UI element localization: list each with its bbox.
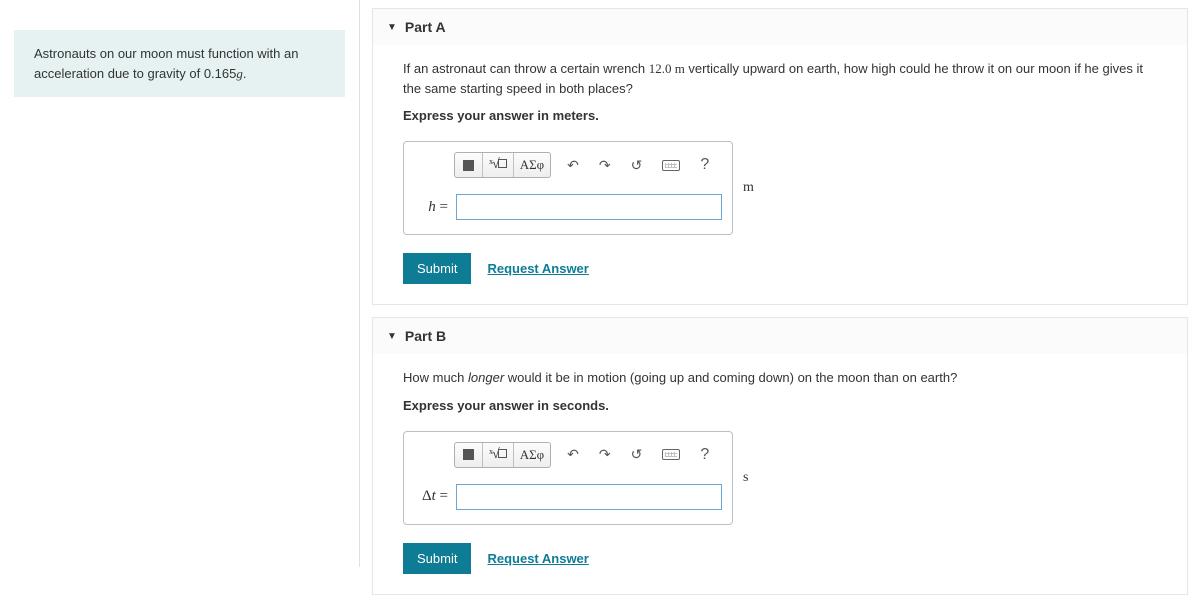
undo-icon[interactable]: ↶ xyxy=(559,153,587,177)
help-icon[interactable]: ? xyxy=(692,153,717,177)
keyboard-icon[interactable] xyxy=(654,443,688,467)
request-answer-link-b[interactable]: Request Answer xyxy=(487,551,588,566)
greek-button[interactable]: ΑΣφ xyxy=(514,443,550,467)
help-icon[interactable]: ? xyxy=(692,443,717,467)
caret-down-icon: ▼ xyxy=(387,331,397,342)
answer-box-b: x√ ΑΣφ ↶ ↷ ↺ ? Δt = xyxy=(403,431,733,525)
answer-input-b[interactable] xyxy=(456,484,722,510)
redo-icon[interactable]: ↷ xyxy=(591,443,619,467)
part-a: ▼ Part A If an astronaut can throw a cer… xyxy=(372,8,1188,305)
part-a-instruction: Express your answer in meters. xyxy=(403,108,1157,123)
answer-input-a[interactable] xyxy=(456,194,722,220)
variable-label-a: h = xyxy=(414,199,448,216)
part-b-title: Part B xyxy=(405,328,446,344)
unit-label-a: m xyxy=(743,180,754,196)
part-b-question: How much longer would it be in motion (g… xyxy=(403,368,1157,388)
redo-icon[interactable]: ↷ xyxy=(591,153,619,177)
part-b-instruction: Express your answer in seconds. xyxy=(403,398,1157,413)
variable-label-b: Δt = xyxy=(414,488,448,505)
answer-box-a: x√ ΑΣφ ↶ ↷ ↺ ? h = xyxy=(403,141,733,235)
part-a-question: If an astronaut can throw a certain wren… xyxy=(403,59,1157,98)
sqrt-button[interactable]: x√ xyxy=(483,443,514,467)
reset-icon[interactable]: ↺ xyxy=(623,153,651,177)
submit-button-b[interactable]: Submit xyxy=(403,543,471,574)
sqrt-button[interactable]: x√ xyxy=(483,153,514,177)
request-answer-link-a[interactable]: Request Answer xyxy=(487,261,588,276)
undo-icon[interactable]: ↶ xyxy=(559,443,587,467)
part-a-title: Part A xyxy=(405,19,446,35)
caret-down-icon: ▼ xyxy=(387,22,397,33)
greek-button[interactable]: ΑΣφ xyxy=(514,153,550,177)
template-button[interactable] xyxy=(455,153,483,177)
submit-button-a[interactable]: Submit xyxy=(403,253,471,284)
problem-statement: Astronauts on our moon must function wit… xyxy=(14,30,345,97)
part-b-header[interactable]: ▼ Part B xyxy=(373,318,1187,354)
unit-label-b: s xyxy=(743,470,748,486)
keyboard-icon[interactable] xyxy=(654,153,688,177)
part-b: ▼ Part B How much longer would it be in … xyxy=(372,317,1188,595)
reset-icon[interactable]: ↺ xyxy=(623,443,651,467)
template-button[interactable] xyxy=(455,443,483,467)
part-a-header[interactable]: ▼ Part A xyxy=(373,9,1187,45)
